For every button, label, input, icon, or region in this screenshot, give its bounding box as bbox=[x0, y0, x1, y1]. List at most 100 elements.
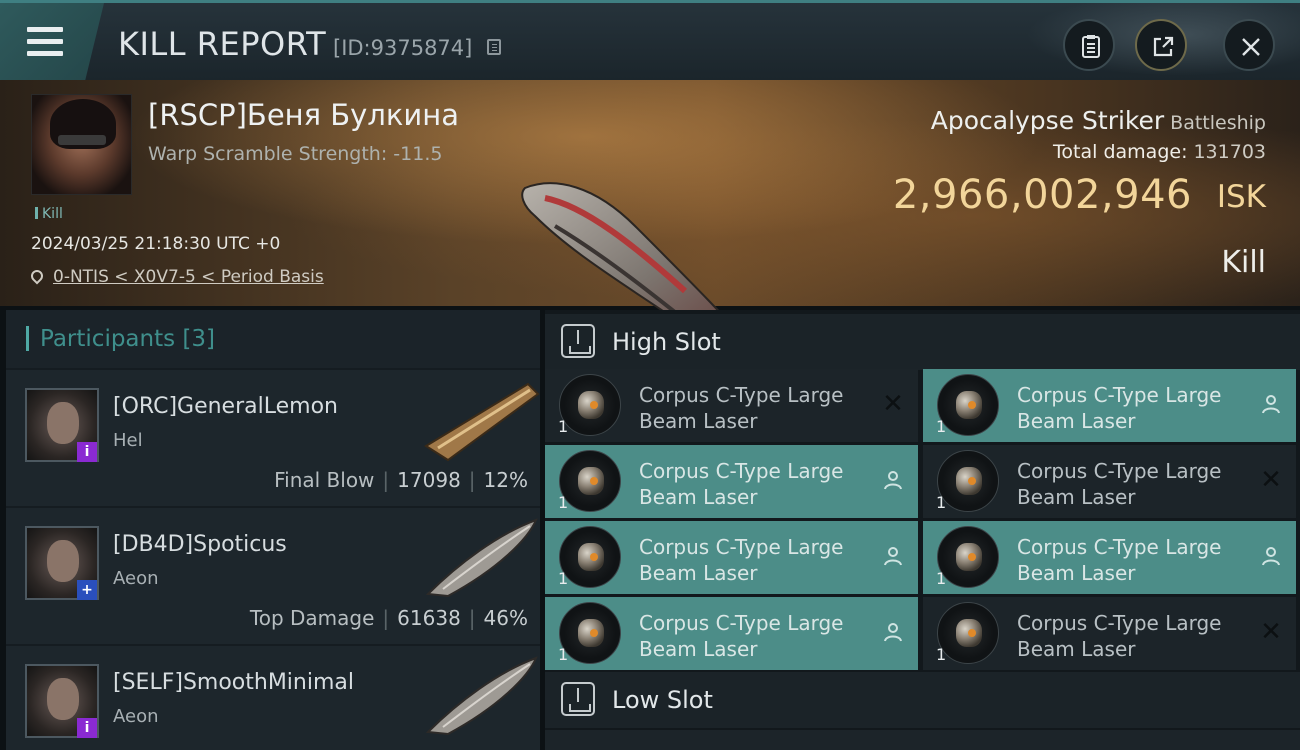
close-button[interactable] bbox=[1223, 19, 1275, 71]
module-qty: 1 bbox=[936, 645, 947, 664]
module-name-line2: Beam Laser bbox=[639, 637, 758, 661]
ship-class: Battleship bbox=[1170, 112, 1266, 134]
victim-name[interactable]: [RSCP]Беня Булкина bbox=[148, 98, 459, 132]
participant-damage: 61638 bbox=[397, 606, 461, 630]
module-name-line1: Corpus C-Type Large bbox=[1017, 459, 1222, 483]
high-slot-icon bbox=[561, 324, 595, 358]
module-item[interactable]: 1 Corpus C-Type Large Beam Laser bbox=[545, 597, 918, 670]
stats-separator: | bbox=[382, 468, 390, 492]
ship-name: Apocalypse Striker bbox=[930, 106, 1165, 135]
beam-laser-icon bbox=[937, 526, 999, 588]
high-slot-label: High Slot bbox=[612, 328, 721, 356]
low-slot-label: Low Slot bbox=[612, 686, 713, 714]
participant-damage: 17098 bbox=[397, 468, 461, 492]
beam-laser-icon bbox=[559, 602, 621, 664]
module-name: Corpus C-Type Large Beam Laser bbox=[639, 534, 869, 586]
module-name-line1: Corpus C-Type Large bbox=[1017, 611, 1222, 635]
module-name: Corpus C-Type Large Beam Laser bbox=[1017, 458, 1247, 510]
person-icon bbox=[882, 545, 904, 567]
module-name-line1: Corpus C-Type Large bbox=[1017, 383, 1222, 407]
share-icon bbox=[1153, 36, 1174, 57]
module-item[interactable]: 1 Corpus C-Type Large Beam Laser bbox=[545, 445, 918, 518]
person-icon bbox=[882, 621, 904, 643]
module-item[interactable]: 1 Corpus C-Type Large Beam Laser bbox=[923, 369, 1296, 442]
victim-ship-name: Apocalypse Striker Battleship bbox=[931, 106, 1266, 135]
participant-role: Top Damage bbox=[249, 606, 375, 630]
person-icon bbox=[882, 469, 904, 491]
location-link[interactable]: 0-NTIS < X0V7-5 < Period Basis bbox=[53, 267, 324, 287]
module-name-line2: Beam Laser bbox=[1017, 637, 1136, 661]
module-name-line1: Corpus C-Type Large bbox=[639, 611, 844, 635]
total-damage-label: Total damage: bbox=[1053, 141, 1188, 163]
participant-ship: Aeon bbox=[113, 706, 159, 727]
module-name-line1: Corpus C-Type Large bbox=[639, 383, 844, 407]
menu-icon-bar bbox=[27, 51, 63, 56]
module-name-line1: Corpus C-Type Large bbox=[1017, 535, 1222, 559]
low-slot-icon bbox=[561, 682, 595, 716]
module-name: Corpus C-Type Large Beam Laser bbox=[1017, 610, 1247, 662]
stats-separator: | bbox=[468, 606, 476, 630]
title-bar: KILL REPORT [ID:9375874] bbox=[0, 0, 1300, 83]
module-item[interactable]: 1 Corpus C-Type Large Beam Laser ✕ bbox=[923, 597, 1296, 670]
beam-laser-icon bbox=[937, 374, 999, 436]
kill-tag: Kill bbox=[35, 206, 63, 222]
stats-separator: | bbox=[382, 606, 390, 630]
module-name-line2: Beam Laser bbox=[639, 409, 758, 433]
menu-button[interactable] bbox=[0, 3, 104, 80]
module-qty: 1 bbox=[936, 417, 947, 436]
module-item[interactable]: 1 Corpus C-Type Large Beam Laser bbox=[545, 521, 918, 594]
module-name: Corpus C-Type Large Beam Laser bbox=[1017, 382, 1247, 434]
module-item[interactable]: 1 Corpus C-Type Large Beam Laser ✕ bbox=[923, 445, 1296, 518]
victim-portrait[interactable] bbox=[31, 94, 132, 195]
beam-laser-icon bbox=[937, 602, 999, 664]
participant-role: Final Blow bbox=[274, 468, 375, 492]
participant-name: [ORC]GeneralLemon bbox=[113, 394, 338, 419]
participants-accent bbox=[26, 326, 29, 351]
low-slot-list-preview[interactable] bbox=[545, 730, 1300, 750]
participant-ship-image bbox=[425, 656, 538, 736]
module-name-line2: Beam Laser bbox=[1017, 485, 1136, 509]
close-icon bbox=[1242, 38, 1260, 56]
outcome-label: Kill bbox=[1221, 245, 1266, 280]
participant-percent: 46% bbox=[483, 606, 528, 630]
menu-icon-bar bbox=[27, 39, 63, 44]
low-slot-header: Low Slot bbox=[545, 672, 1300, 728]
stats-separator: | bbox=[468, 468, 476, 492]
module-name-line2: Beam Laser bbox=[639, 485, 758, 509]
report-button[interactable] bbox=[1063, 19, 1115, 71]
module-qty: 1 bbox=[936, 493, 947, 512]
warp-scramble-strength: Warp Scramble Strength: -11.5 bbox=[148, 143, 443, 165]
share-button[interactable] bbox=[1135, 19, 1187, 71]
module-name: Corpus C-Type Large Beam Laser bbox=[1017, 534, 1247, 586]
copy-icon[interactable] bbox=[487, 39, 501, 55]
high-slot-header: High Slot bbox=[545, 314, 1300, 370]
x-icon: ✕ bbox=[1260, 617, 1282, 647]
module-name: Corpus C-Type Large Beam Laser bbox=[639, 458, 869, 510]
module-name-line1: Corpus C-Type Large bbox=[639, 535, 844, 559]
participant-name: [DB4D]Spoticus bbox=[113, 532, 287, 557]
info-badge-icon: i bbox=[77, 442, 97, 462]
module-name: Corpus C-Type Large Beam Laser bbox=[639, 382, 869, 434]
participant-row[interactable]: i [SELF]SmoothMinimal Aeon bbox=[6, 646, 540, 750]
person-icon bbox=[1260, 393, 1282, 415]
page-title: KILL REPORT bbox=[118, 25, 327, 63]
module-item[interactable]: 1 Corpus C-Type Large Beam Laser ✕ bbox=[545, 369, 918, 442]
participant-name: [SELF]SmoothMinimal bbox=[113, 670, 355, 695]
beam-laser-icon bbox=[937, 450, 999, 512]
total-damage-value: 131703 bbox=[1193, 141, 1266, 163]
participant-stats: Final Blow | 17098 | 12% bbox=[274, 468, 528, 492]
module-name: Corpus C-Type Large Beam Laser bbox=[639, 610, 869, 662]
participant-ship: Aeon bbox=[113, 568, 159, 589]
module-item[interactable]: 1 Corpus C-Type Large Beam Laser bbox=[923, 521, 1296, 594]
participant-row[interactable]: + [DB4D]Spoticus Aeon Top Damage | 61638 | 4… bbox=[6, 508, 540, 644]
participant-row[interactable]: i [ORC]GeneralLemon Hel Final Blow | 17098… bbox=[6, 370, 540, 506]
participant-ship: Hel bbox=[113, 430, 143, 451]
module-qty: 1 bbox=[558, 417, 569, 436]
avatar-head bbox=[47, 678, 79, 720]
kill-timestamp: 2024/03/25 21:18:30 UTC +0 bbox=[31, 234, 281, 254]
participants-header[interactable]: Participants [3] bbox=[6, 310, 540, 368]
module-name-line2: Beam Laser bbox=[1017, 561, 1136, 585]
isk-value: 2,966,002,946 bbox=[892, 172, 1192, 218]
participants-panel: Participants [3] i [ORC]GeneralLemon Hel… bbox=[6, 310, 540, 750]
module-name-line2: Beam Laser bbox=[1017, 409, 1136, 433]
